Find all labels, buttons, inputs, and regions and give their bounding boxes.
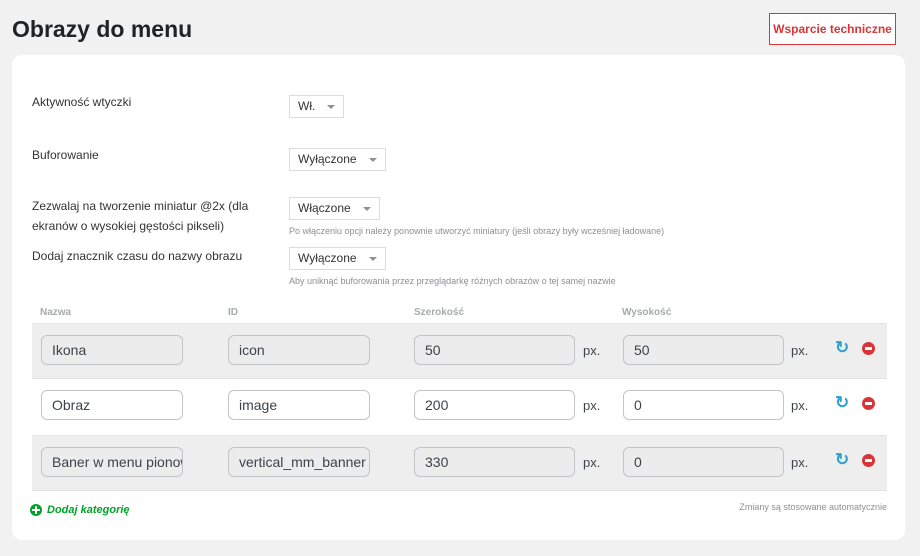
id-input[interactable]: image bbox=[228, 390, 370, 420]
timestamp-select[interactable]: Wyłączone bbox=[289, 247, 386, 270]
add-category-button[interactable]: Dodaj kategorię bbox=[30, 504, 130, 516]
column-header-width: Szerokość bbox=[414, 307, 465, 318]
plugin-active-select[interactable]: Wł. bbox=[289, 95, 345, 118]
caret-down-icon bbox=[368, 256, 377, 261]
width-input[interactable]: 200 bbox=[414, 390, 575, 420]
id-input[interactable]: vertical_mm_banner bbox=[228, 447, 370, 477]
height-unit: px. bbox=[791, 343, 809, 358]
caching-value: Wyłączone bbox=[298, 152, 357, 166]
name-input[interactable]: Baner w menu pionowym bbox=[41, 447, 183, 477]
plugin-active-value: Wł. bbox=[298, 99, 316, 113]
setting-label-retina: Zezwalaj na tworzenie miniatur @2x (dla … bbox=[32, 199, 249, 233]
refresh-icon[interactable]: ↻ bbox=[835, 451, 851, 469]
add-category-label: Dodaj kategorię bbox=[47, 504, 130, 516]
page-title: Obrazy do menu bbox=[12, 16, 193, 42]
caret-down-icon bbox=[327, 104, 336, 109]
name-input[interactable]: Ikona bbox=[41, 335, 183, 365]
column-header-id: ID bbox=[228, 307, 238, 318]
support-button[interactable]: Wsparcie techniczne bbox=[769, 13, 896, 45]
setting-label-caching: Buforowanie bbox=[32, 148, 99, 162]
table-row: Ikona icon 50 px. 50 px. ↻ bbox=[32, 323, 887, 379]
remove-icon[interactable] bbox=[862, 397, 875, 410]
height-input[interactable]: 0 bbox=[623, 447, 784, 477]
autosave-note: Zmiany są stosowane automatycznie bbox=[739, 502, 887, 512]
height-unit: px. bbox=[791, 398, 809, 413]
timestamp-value: Wyłączone bbox=[298, 251, 357, 265]
caret-down-icon bbox=[362, 206, 371, 211]
setting-label-plugin-active: Aktywność wtyczki bbox=[32, 95, 132, 109]
retina-value: Włączone bbox=[298, 201, 351, 215]
caret-down-icon bbox=[368, 157, 377, 162]
timestamp-hint: Aby uniknąć buforowania przez przeglądar… bbox=[289, 276, 616, 286]
retina-select[interactable]: Włączone bbox=[289, 197, 380, 220]
column-header-name: Nazwa bbox=[40, 307, 72, 318]
table-row: Obraz image 200 px. 0 px. ↻ bbox=[32, 379, 887, 435]
remove-icon[interactable] bbox=[862, 342, 875, 355]
column-header-height: Wysokość bbox=[622, 307, 672, 318]
remove-icon[interactable] bbox=[862, 454, 875, 467]
setting-label-timestamp: Dodaj znacznik czasu do nazwy obrazu bbox=[32, 249, 243, 263]
refresh-icon[interactable]: ↻ bbox=[835, 339, 851, 357]
width-input[interactable]: 50 bbox=[414, 335, 575, 365]
width-unit: px. bbox=[583, 398, 601, 413]
name-input[interactable]: Obraz bbox=[41, 390, 183, 420]
height-unit: px. bbox=[791, 455, 809, 470]
caching-select[interactable]: Wyłączone bbox=[289, 148, 386, 171]
id-input[interactable]: icon bbox=[228, 335, 370, 365]
width-input[interactable]: 330 bbox=[414, 447, 575, 477]
refresh-icon[interactable]: ↻ bbox=[835, 394, 851, 412]
width-unit: px. bbox=[583, 343, 601, 358]
table-row: Baner w menu pionowym vertical_mm_banner… bbox=[32, 435, 887, 491]
plus-circle-icon bbox=[30, 504, 42, 516]
retina-hint: Po włączeniu opcji należy ponownie utwor… bbox=[289, 226, 665, 236]
height-input[interactable]: 50 bbox=[623, 335, 784, 365]
width-unit: px. bbox=[583, 455, 601, 470]
settings-card: Aktywność wtyczki Wł. Buforowanie Wyłącz… bbox=[12, 55, 905, 540]
height-input[interactable]: 0 bbox=[623, 390, 784, 420]
